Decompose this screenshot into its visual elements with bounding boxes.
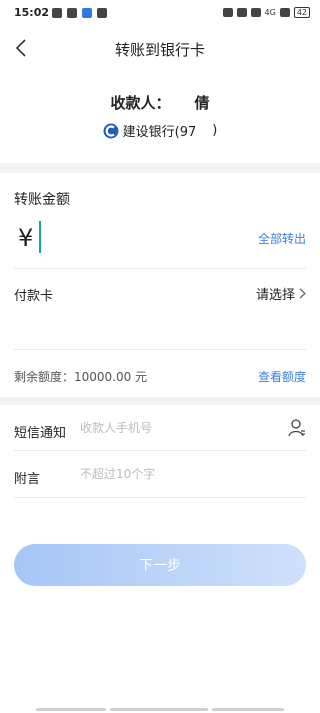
payee-phone-input[interactable] — [80, 421, 270, 435]
page-title: 转账到银行卡 — [114, 41, 205, 59]
section-divider — [0, 397, 320, 405]
divider-line — [14, 349, 306, 350]
shield-icon — [97, 8, 107, 18]
message-icon — [67, 8, 77, 18]
hd-icon — [250, 8, 261, 17]
status-time: 15:02 — [14, 6, 50, 19]
transfer-all-link[interactable]: 全部转出 — [258, 230, 306, 247]
next-step-button[interactable]: 下一步 — [14, 544, 306, 586]
app-notification-icon — [82, 8, 92, 18]
bank-row: 建设银行(97 ) — [0, 121, 320, 140]
pay-card-select-label: 请选择 — [255, 288, 295, 303]
memo-input[interactable] — [80, 467, 280, 481]
payee-name: 倩 — [194, 94, 210, 112]
location-icon — [52, 8, 62, 18]
amount-section-title: 转账金额 — [14, 192, 70, 208]
network-type: 4G — [264, 8, 276, 17]
alarm-icon — [222, 8, 233, 17]
section-divider — [0, 163, 320, 173]
payee-label: 收款人： — [110, 94, 171, 112]
nav-gesture-bar — [212, 708, 284, 711]
nav-bar: 转账到银行卡 — [0, 26, 320, 70]
bank-suffix: ) — [212, 123, 218, 138]
nav-gesture-bar — [36, 708, 106, 711]
payee-row: 收款人： 倩 — [0, 92, 320, 113]
bank-name: 建设银行(97 — [122, 125, 197, 140]
remaining-limit: 剩余额度：10000.00 元 — [14, 370, 148, 384]
divider-line — [14, 497, 306, 498]
contact-book-icon[interactable] — [288, 418, 306, 438]
mute-icon — [236, 8, 247, 17]
amount-input-cursor[interactable] — [39, 221, 41, 253]
notification-icons — [52, 8, 107, 18]
divider-line — [14, 268, 306, 269]
battery-icon: 42 — [293, 7, 310, 18]
check-limit-link[interactable]: 查看额度 — [258, 368, 306, 385]
sms-notify-label: 短信通知 — [14, 426, 67, 441]
system-icons: 4G 42 — [222, 7, 310, 18]
pay-card-label: 付款卡 — [14, 289, 54, 304]
divider-line — [14, 450, 306, 451]
nav-gesture-bar — [110, 708, 208, 711]
signal-icon — [279, 8, 290, 17]
memo-label: 附言 — [14, 472, 41, 487]
status-bar: 15:02 4G 42 — [0, 0, 320, 26]
pay-card-selector[interactable]: 请选择 — [256, 284, 306, 303]
chevron-right-icon — [299, 288, 306, 299]
ccb-bank-logo-icon — [103, 123, 119, 138]
currency-symbol: ¥ — [18, 224, 34, 252]
